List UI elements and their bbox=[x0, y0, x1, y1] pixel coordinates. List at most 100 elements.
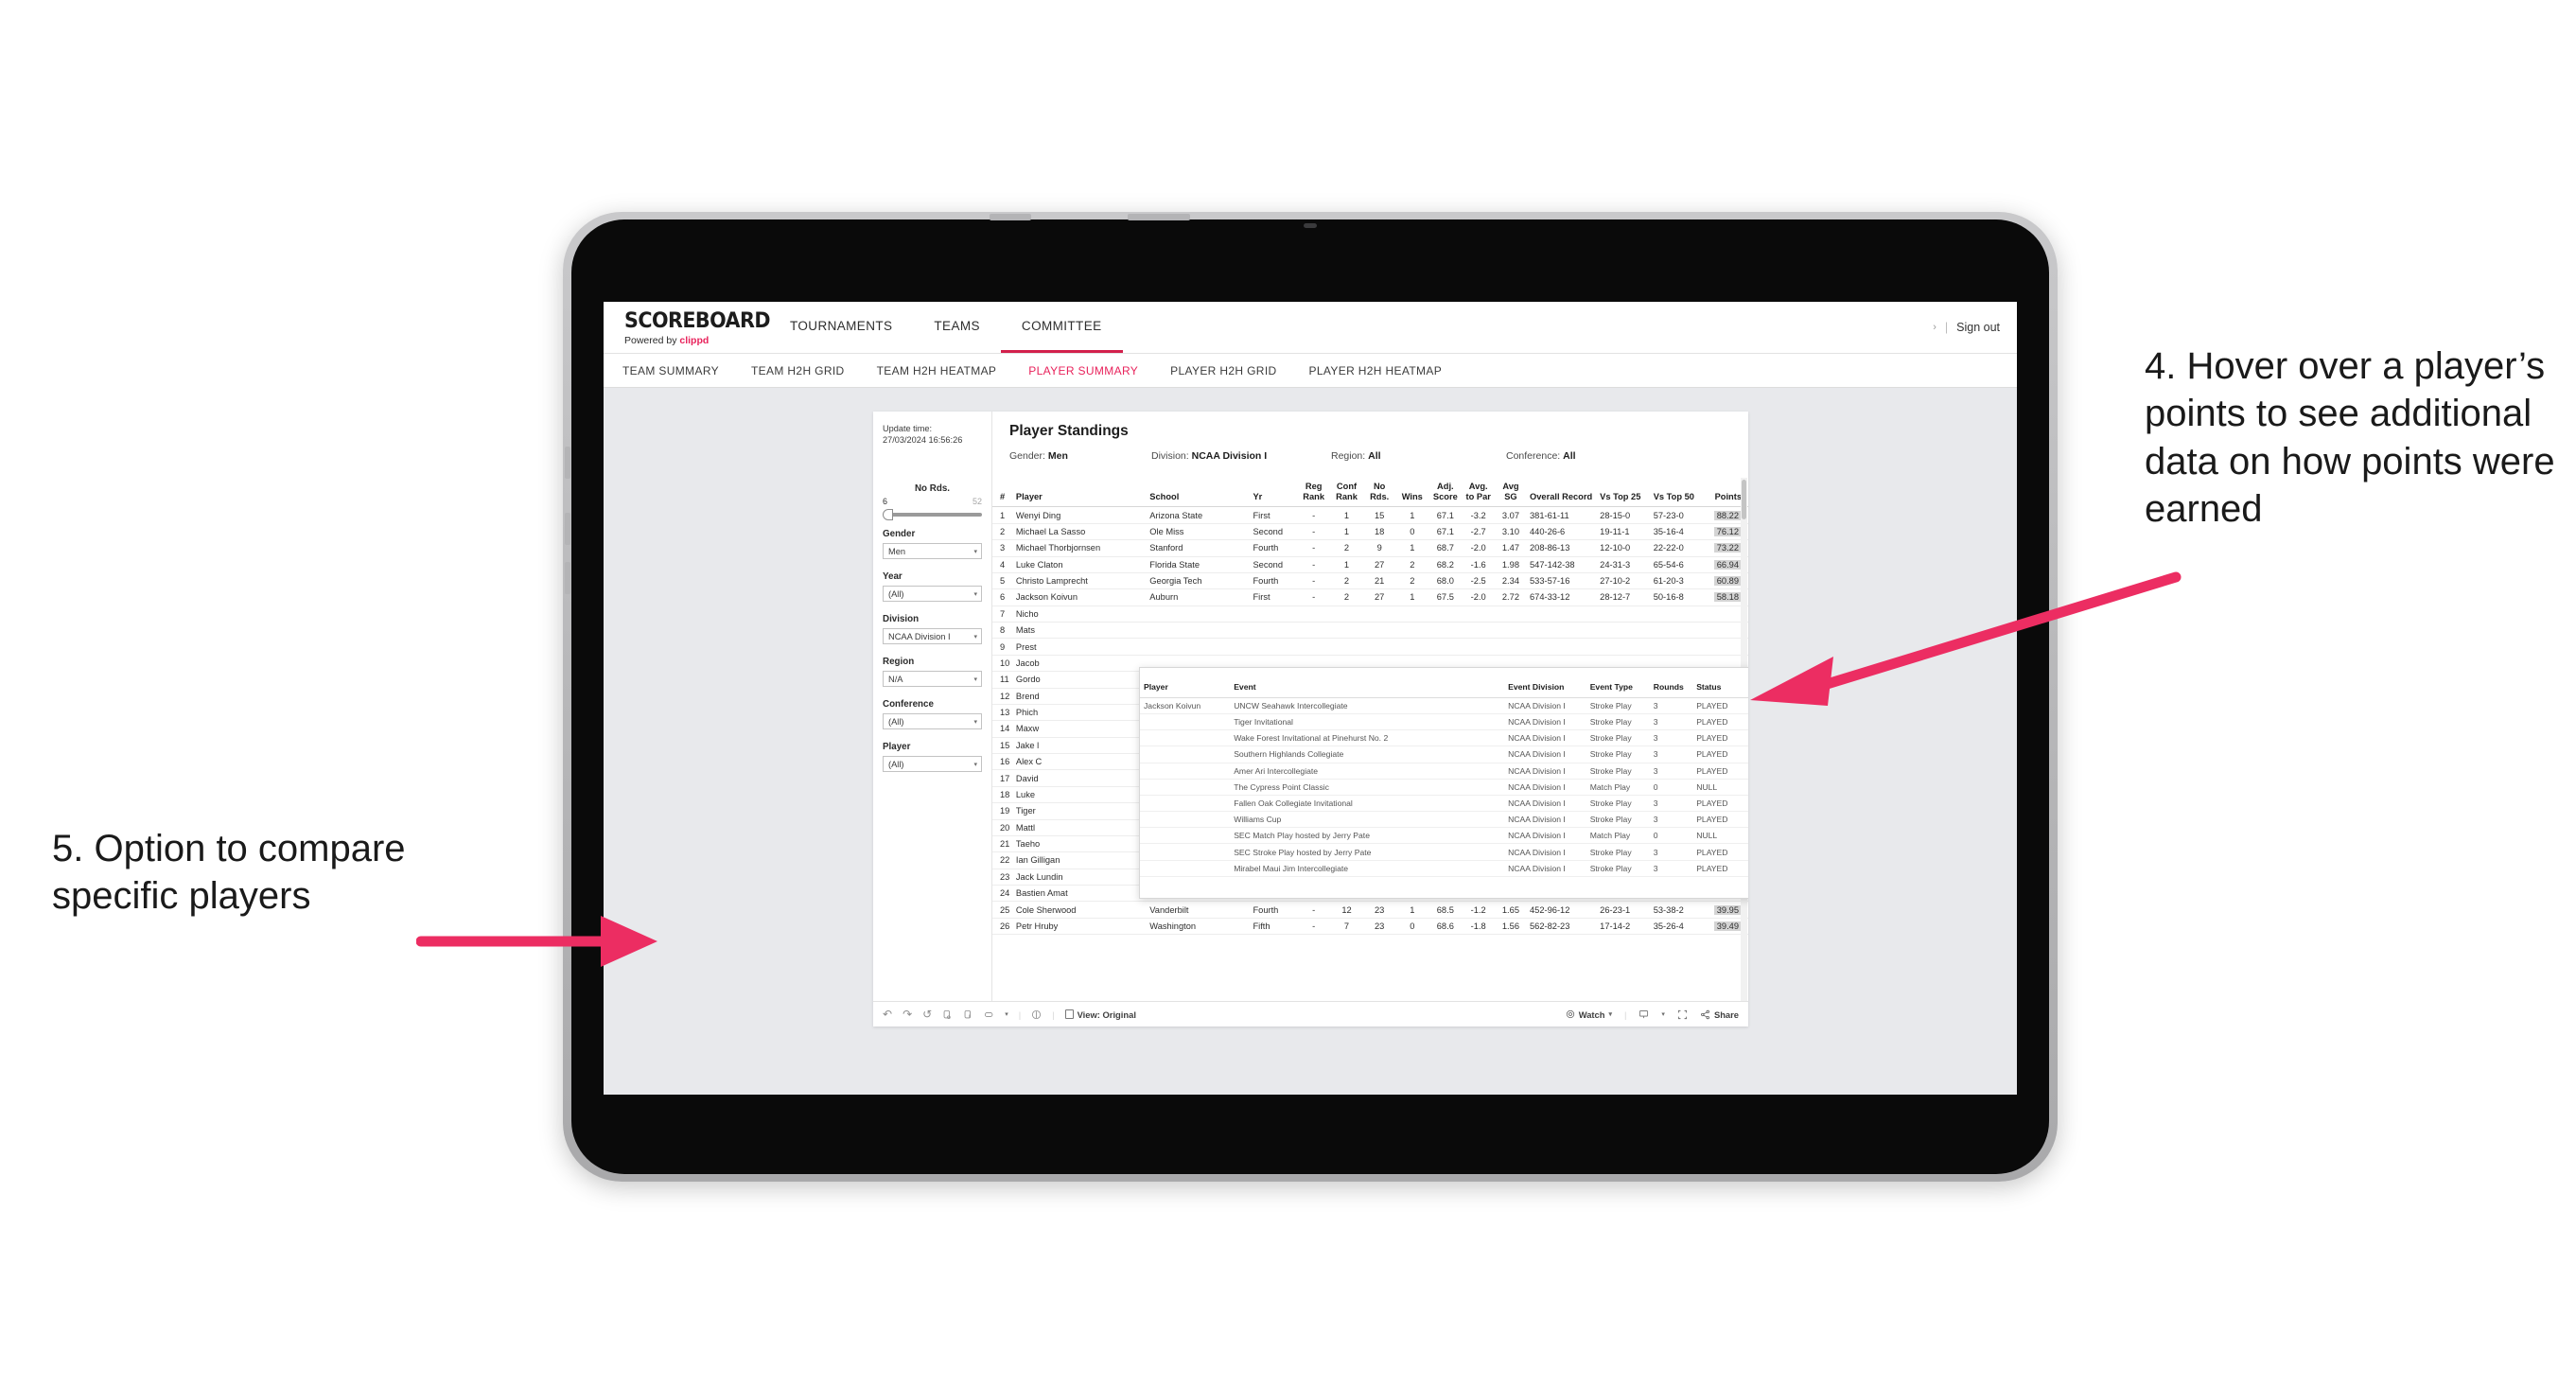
fullscreen-icon[interactable] bbox=[1677, 1009, 1688, 1020]
tooltip-cell-rounds: 0 bbox=[1649, 779, 1693, 796]
th-vs-top-25[interactable]: Vs Top 25 bbox=[1597, 478, 1651, 508]
table-row[interactable]: 9 Prest bbox=[992, 638, 1748, 656]
cell-school bbox=[1147, 622, 1251, 640]
table-row[interactable]: 8 Mats bbox=[992, 622, 1748, 640]
volume-down-button[interactable] bbox=[1128, 214, 1190, 220]
cell-avg-sg: 1.47 bbox=[1494, 539, 1528, 557]
th-avg-to-par[interactable]: Avg. to Par bbox=[1462, 478, 1495, 508]
view-original-button[interactable]: View: Original bbox=[1064, 1009, 1136, 1020]
revert-icon[interactable]: ↺ bbox=[922, 1008, 932, 1021]
th-yr[interactable]: Yr bbox=[1250, 478, 1298, 508]
tooltip-cell-event: The Cypress Point Classic bbox=[1230, 779, 1505, 796]
filter-player-select[interactable]: (All) ▾ bbox=[883, 756, 982, 772]
table-head: # Player School Yr Reg Rank Conf Rank No… bbox=[992, 478, 1748, 508]
no-rounds-slider[interactable] bbox=[883, 509, 982, 520]
table-row[interactable]: 5 Christo Lamprecht Georgia Tech Fourth -2 21… bbox=[992, 572, 1748, 590]
th-conf-rank[interactable]: Conf Rank bbox=[1330, 478, 1363, 508]
tooltip-cell-event-division: NCAA Division I bbox=[1504, 779, 1586, 796]
cell-rank: 1 bbox=[992, 506, 1013, 524]
refresh-icon[interactable] bbox=[942, 1009, 953, 1020]
summary-division-value: NCAA Division I bbox=[1191, 450, 1268, 462]
th-adj-score[interactable]: Adj. Score bbox=[1428, 478, 1463, 508]
power-button[interactable] bbox=[565, 447, 570, 479]
table-row[interactable]: 4 Luke Claton Florida State Second -1 27 2 68.2… bbox=[992, 556, 1748, 573]
table-row[interactable]: 25 Cole Sherwood Vanderbilt Fourth -12 23 1 68.… bbox=[992, 901, 1748, 919]
th-reg-rank[interactable]: Reg Rank bbox=[1297, 478, 1331, 508]
subnav-item-team-h2h-heatmap[interactable]: TEAM H2H HEATMAP bbox=[877, 364, 1014, 377]
cell-rank: 13 bbox=[992, 704, 1013, 722]
cell-vs-top-50: 61-20-3 bbox=[1650, 572, 1705, 590]
summary-region-label: Region: bbox=[1331, 450, 1369, 462]
cell-player: Michael La Sasso bbox=[1012, 523, 1148, 541]
no-rounds-slider-handle[interactable] bbox=[883, 509, 893, 520]
tooltip-cell-event-type: Stroke Play bbox=[1586, 811, 1650, 829]
tooltip-row: Amer Ari Intercollegiate NCAA Division IS… bbox=[1140, 763, 1748, 780]
arrow-to-player-filter bbox=[416, 916, 657, 967]
side-button-a[interactable] bbox=[565, 513, 570, 545]
brand-logo[interactable]: SCOREBOARD Powered by clippd bbox=[604, 302, 771, 353]
subnav-item-team-h2h-grid[interactable]: TEAM H2H GRID bbox=[751, 364, 862, 377]
table-row[interactable]: 26 Petr Hruby Washington Fifth -7 23 0 68.6 -1.8… bbox=[992, 918, 1748, 936]
pause-icon[interactable] bbox=[963, 1009, 973, 1020]
nav-item-teams[interactable]: TEAMS bbox=[913, 302, 1001, 353]
filter-conference-value: (All) bbox=[888, 716, 904, 727]
cell-conf-rank: 2 bbox=[1330, 572, 1363, 590]
th-no-rds[interactable]: No Rds. bbox=[1362, 478, 1396, 508]
cell-no-rds: 27 bbox=[1362, 556, 1396, 573]
scrollbar-thumb[interactable] bbox=[1742, 480, 1746, 519]
cell-conf-rank: 2 bbox=[1330, 539, 1363, 557]
pause-auto-update-icon[interactable] bbox=[1031, 1009, 1042, 1020]
cell-rank: 21 bbox=[992, 835, 1013, 853]
summary-conference: Conference: All bbox=[1506, 450, 1576, 462]
subnav-item-player-summary[interactable]: PLAYER SUMMARY bbox=[1028, 364, 1155, 377]
th-overall-record[interactable]: Overall Record bbox=[1527, 478, 1598, 508]
table-row[interactable]: 6 Jackson Koivun Auburn First -2 27 1 67.5 -2.0 2… bbox=[992, 588, 1748, 606]
volume-up-button[interactable] bbox=[990, 214, 1031, 220]
tooltip-cell-event-type: Stroke Play bbox=[1586, 763, 1650, 780]
th-player[interactable]: Player bbox=[1012, 478, 1148, 508]
cell-wins: 1 bbox=[1395, 539, 1429, 557]
filter-gender-select[interactable]: Men ▾ bbox=[883, 543, 982, 559]
tooltip-cell-event-type: Stroke Play bbox=[1586, 843, 1650, 861]
side-button-b[interactable] bbox=[565, 562, 570, 594]
table-row[interactable]: 1 Wenyi Ding Arizona State First -1 15 1 67.1 -3… bbox=[992, 506, 1748, 524]
watch-button[interactable]: Watch ▾ bbox=[1566, 1009, 1612, 1020]
subnav-item-player-h2h-heatmap[interactable]: PLAYER H2H HEATMAP bbox=[1309, 364, 1460, 377]
th-avg-sg[interactable]: Avg SG bbox=[1494, 478, 1528, 508]
filter-year-select[interactable]: (All) ▾ bbox=[883, 586, 982, 602]
cell-conf-rank: 2 bbox=[1330, 588, 1363, 606]
nav-item-committee[interactable]: COMMITTEE bbox=[1000, 302, 1123, 353]
redo-icon[interactable]: ↷ bbox=[902, 1008, 912, 1021]
toolbar-caret-icon[interactable]: ▾ bbox=[1005, 1010, 1008, 1018]
menu-chevron-icon[interactable]: › bbox=[1933, 322, 1936, 333]
tooltip-cell-event-division: NCAA Division I bbox=[1504, 827, 1586, 845]
swap-icon[interactable] bbox=[984, 1010, 994, 1019]
table-row[interactable]: 7 Nicho bbox=[992, 605, 1748, 623]
subnav-item-team-summary[interactable]: TEAM SUMMARY bbox=[622, 364, 736, 377]
tooltip-cell-event-type: Stroke Play bbox=[1586, 713, 1650, 731]
tooltip-cell-player bbox=[1140, 713, 1231, 731]
cell-player: David bbox=[1012, 769, 1148, 787]
filter-region-select[interactable]: N/A ▾ bbox=[883, 671, 982, 687]
subnav-item-player-h2h-grid[interactable]: PLAYER H2H GRID bbox=[1170, 364, 1293, 377]
share-button[interactable]: Share bbox=[1700, 1009, 1739, 1020]
nav-item-tournaments[interactable]: TOURNAMENTS bbox=[769, 302, 913, 353]
filter-division-select[interactable]: NCAA Division I ▾ bbox=[883, 628, 982, 644]
cell-rank: 24 bbox=[992, 885, 1013, 903]
th-vs-top-50[interactable]: Vs Top 50 bbox=[1650, 478, 1705, 508]
table-row[interactable]: 3 Michael Thorbjornsen Stanford Fourth -2 9 1 6… bbox=[992, 539, 1748, 557]
cell-vs-top-50: 65-54-6 bbox=[1650, 556, 1705, 573]
filter-conference-select[interactable]: (All) ▾ bbox=[883, 713, 982, 729]
th-rank[interactable]: # bbox=[992, 478, 1013, 508]
sign-out-link[interactable]: Sign out bbox=[1956, 321, 2000, 334]
table-row[interactable]: 2 Michael La Sasso Ole Miss Second -1 18 0 67.1… bbox=[992, 523, 1748, 541]
undo-icon[interactable]: ↶ bbox=[883, 1008, 892, 1021]
th-wins[interactable]: Wins bbox=[1395, 478, 1429, 508]
update-time-label: Update time: bbox=[883, 424, 933, 433]
points-breakdown-tooltip: Player Event Event Division Event Type R… bbox=[1139, 667, 1748, 899]
download-caret-icon[interactable]: ▾ bbox=[1661, 1010, 1665, 1018]
th-school[interactable]: School bbox=[1147, 478, 1251, 508]
cell-no-rds: 21 bbox=[1362, 572, 1396, 590]
download-icon[interactable] bbox=[1638, 1009, 1649, 1019]
chevron-down-icon: ▾ bbox=[973, 761, 977, 768]
